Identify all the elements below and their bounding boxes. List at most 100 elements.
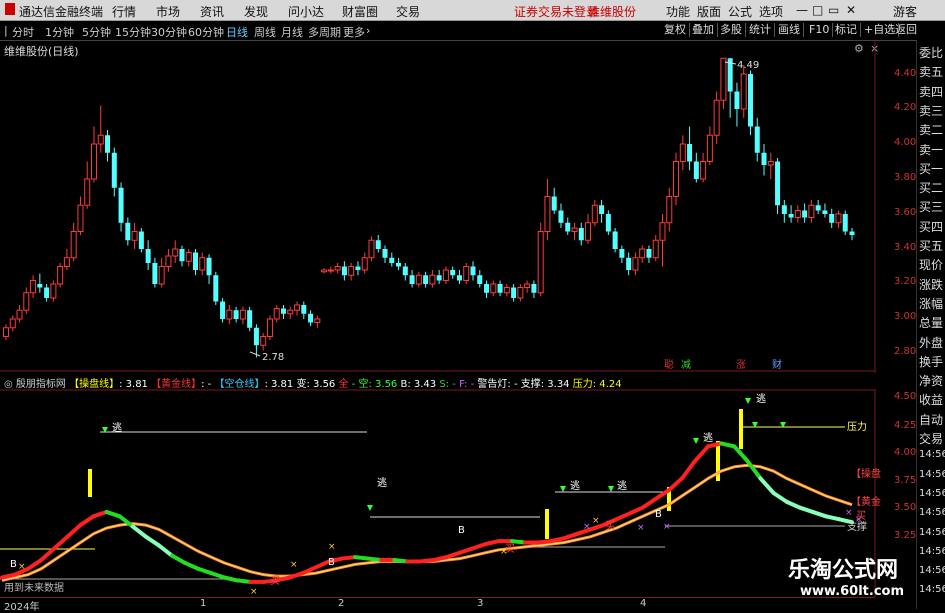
- candle[interactable]: [591, 204, 598, 224]
- candle[interactable]: [287, 309, 294, 315]
- candle[interactable]: [740, 73, 747, 110]
- candle[interactable]: [619, 249, 625, 258]
- candle[interactable]: [63, 257, 70, 267]
- mark-button[interactable]: 标记: [832, 23, 861, 37]
- menu-item-discover[interactable]: 发现: [244, 3, 268, 20]
- price-chart[interactable]: 4.49 2.78 聪 减 涨 财: [0, 40, 916, 373]
- candle[interactable]: [693, 161, 699, 180]
- candle[interactable]: [815, 205, 821, 211]
- candle[interactable]: [612, 231, 618, 250]
- candle[interactable]: [247, 310, 253, 328]
- candle[interactable]: [280, 308, 286, 314]
- event-tag[interactable]: 减: [681, 359, 691, 371]
- candle[interactable]: [781, 205, 787, 214]
- candle[interactable]: [503, 287, 510, 294]
- menu-item-quotes[interactable]: 行情: [112, 3, 136, 20]
- period-more[interactable]: 更多: [343, 24, 365, 40]
- draw-line-button[interactable]: 画线: [775, 23, 804, 37]
- restore-icon[interactable]: □: [812, 3, 823, 17]
- menu-item-formula[interactable]: 公式: [728, 3, 752, 20]
- user-label[interactable]: 游客: [893, 3, 917, 20]
- candle[interactable]: [44, 287, 50, 299]
- minimize-icon[interactable]: —: [796, 3, 808, 17]
- candle[interactable]: [639, 248, 646, 259]
- candle[interactable]: [199, 257, 206, 271]
- menu-item-news[interactable]: 资讯: [200, 3, 224, 20]
- candle[interactable]: [415, 274, 422, 285]
- candle[interactable]: [327, 269, 334, 272]
- candle[interactable]: [90, 143, 97, 180]
- candle[interactable]: [829, 214, 835, 223]
- candle[interactable]: [761, 152, 767, 165]
- period-5min[interactable]: 5分钟: [82, 24, 111, 40]
- candle[interactable]: [389, 257, 395, 263]
- candle[interactable]: [565, 222, 571, 232]
- candle[interactable]: [396, 263, 402, 267]
- candle[interactable]: [626, 257, 632, 270]
- period-1min[interactable]: 1分钟: [45, 24, 74, 40]
- maximize-icon[interactable]: ▭: [828, 3, 839, 17]
- multi-stock-button[interactable]: 多股: [717, 23, 746, 37]
- chevron-right-icon[interactable]: ›: [366, 24, 370, 37]
- candle[interactable]: [70, 231, 77, 259]
- candle[interactable]: [260, 336, 267, 346]
- candle[interactable]: [632, 257, 639, 271]
- candle[interactable]: [463, 266, 470, 281]
- candle[interactable]: [734, 91, 740, 110]
- candle[interactable]: [57, 266, 64, 285]
- candle[interactable]: [652, 239, 659, 259]
- period-monthly[interactable]: 月线: [281, 24, 303, 40]
- period-30min[interactable]: 30分钟: [151, 24, 187, 40]
- candle[interactable]: [152, 263, 158, 284]
- candle[interactable]: [273, 308, 280, 320]
- candle[interactable]: [206, 257, 212, 276]
- candle[interactable]: [233, 310, 239, 319]
- candle[interactable]: [775, 161, 781, 206]
- candle[interactable]: [213, 275, 219, 302]
- menu-item-function[interactable]: 功能: [666, 3, 690, 20]
- candle[interactable]: [193, 252, 199, 271]
- f10-button[interactable]: F10: [806, 23, 834, 37]
- candle[interactable]: [348, 266, 355, 276]
- candle[interactable]: [423, 275, 429, 284]
- menu-item-layout[interactable]: 版面: [697, 3, 721, 20]
- period-daily[interactable]: 日线: [226, 24, 248, 40]
- candle[interactable]: [578, 228, 584, 241]
- candle[interactable]: [788, 214, 794, 218]
- restore-rights-button[interactable]: 复权: [661, 23, 690, 37]
- candle[interactable]: [301, 305, 307, 314]
- candle[interactable]: [321, 269, 328, 273]
- candle[interactable]: [84, 178, 91, 206]
- candle[interactable]: [37, 284, 43, 288]
- candle[interactable]: [111, 152, 117, 188]
- candle[interactable]: [253, 327, 259, 346]
- candle[interactable]: [50, 283, 57, 299]
- candle[interactable]: [767, 161, 774, 166]
- menu-item-ask[interactable]: 问小达: [288, 3, 324, 20]
- candle[interactable]: [605, 214, 611, 232]
- event-tag[interactable]: 涨: [736, 359, 746, 371]
- close-icon[interactable]: ✕: [846, 3, 856, 17]
- candle[interactable]: [185, 252, 192, 262]
- candle[interactable]: [679, 143, 686, 162]
- candle[interactable]: [125, 222, 131, 241]
- candle[interactable]: [436, 275, 442, 281]
- indicator-name[interactable]: 殷朋指标网: [16, 379, 66, 389]
- candle[interactable]: [294, 304, 301, 311]
- menu-item-trade[interactable]: 交易: [396, 3, 420, 20]
- candle[interactable]: [239, 309, 246, 320]
- statistics-button[interactable]: 统计: [746, 23, 775, 37]
- back-button[interactable]: 返回: [892, 23, 920, 37]
- candle[interactable]: [97, 134, 104, 145]
- candle[interactable]: [747, 74, 753, 127]
- candle[interactable]: [794, 210, 801, 218]
- candle[interactable]: [361, 257, 368, 271]
- candle[interactable]: [490, 283, 497, 294]
- toolbar-arrow-icon[interactable]: |: [4, 24, 8, 37]
- candle[interactable]: [456, 275, 462, 281]
- menu-item-options[interactable]: 选项: [759, 3, 783, 20]
- candle[interactable]: [131, 231, 138, 241]
- candle[interactable]: [402, 266, 408, 276]
- candle[interactable]: [835, 213, 842, 224]
- candle[interactable]: [77, 204, 84, 232]
